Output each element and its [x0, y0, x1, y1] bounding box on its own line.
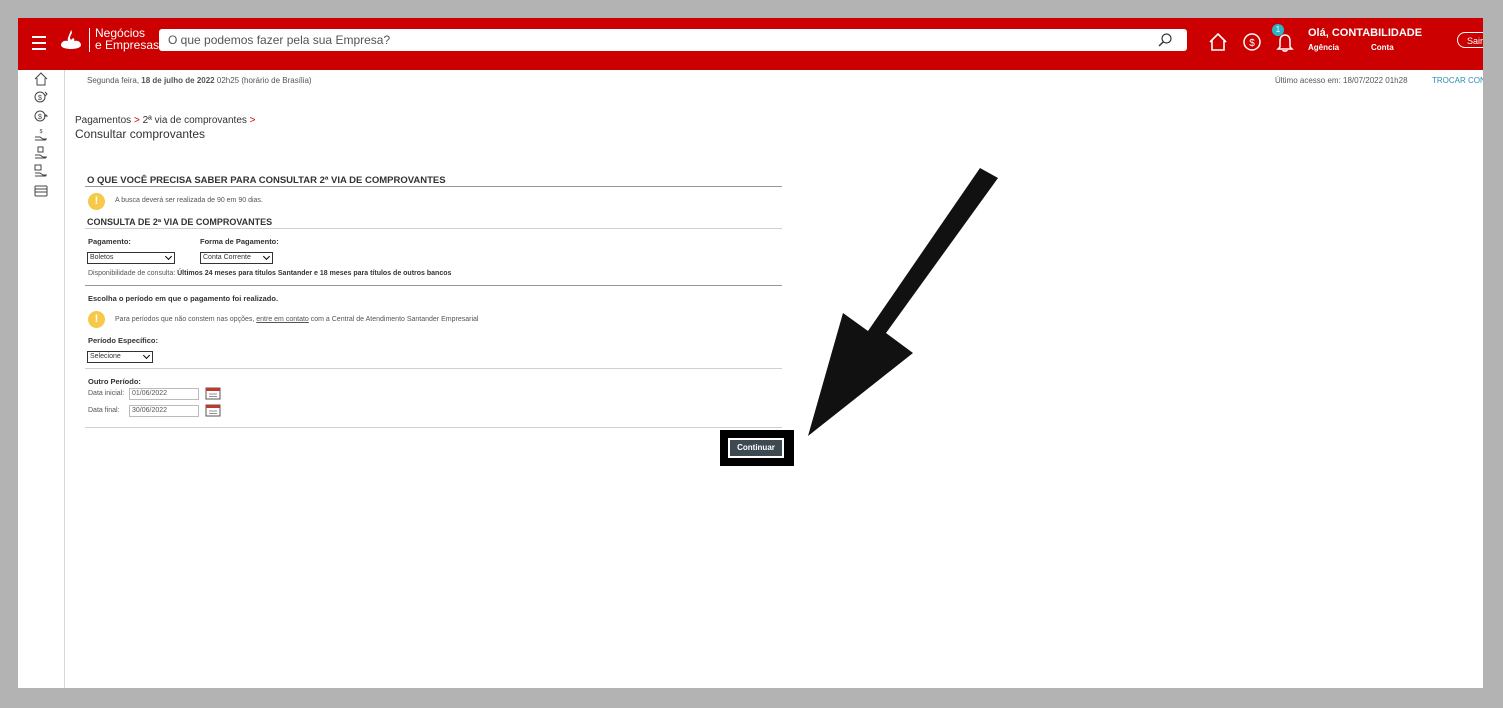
svg-text:$: $ — [1249, 38, 1255, 49]
period-instruction: Escolha o período em que o pagamento foi… — [88, 294, 279, 303]
start-date-label: Data inicial: — [88, 390, 125, 397]
start-date-input[interactable]: 01/06/2022 — [129, 388, 199, 400]
conta-label: Conta — [1371, 43, 1394, 52]
period-contact-notice: Para períodos que não constem nas opções… — [115, 316, 479, 323]
agencia-label: Agência — [1308, 43, 1340, 52]
menu-icon[interactable] — [32, 36, 46, 50]
svg-text:$: $ — [38, 95, 42, 102]
breadcrumb-payments[interactable]: Pagamentos — [75, 115, 131, 126]
sidebar-payment-hand-icon[interactable]: $ — [34, 128, 48, 142]
sidebar-investment-icon[interactable] — [34, 146, 48, 160]
search-input[interactable] — [159, 29, 1128, 51]
contact-link[interactable]: entre em contato — [256, 316, 309, 323]
query-section-title: CONSULTA DE 2ª VIA DE COMPROVANTES — [87, 217, 273, 227]
divider — [85, 186, 782, 187]
notification-badge: 1 — [1272, 24, 1284, 36]
pointer-arrow-annotation — [808, 168, 998, 436]
search-interval-notice: A busca deverá ser realizada de 90 em 90… — [115, 197, 263, 204]
logout-button[interactable]: Sair — [1457, 32, 1483, 48]
brand-name: Negócios e Empresas — [95, 26, 160, 52]
sidebar-home-icon[interactable] — [34, 72, 48, 86]
sidebar-card-icon[interactable] — [34, 184, 48, 198]
chevron-down-icon — [142, 351, 151, 360]
specific-period-select[interactable]: Selecione — [87, 351, 153, 363]
divider — [85, 285, 782, 286]
current-date: Segunda feira, 18 de julho de 2022 02h25… — [87, 76, 312, 85]
other-period-label: Outro Período: — [88, 377, 141, 386]
warning-icon: ! — [88, 311, 105, 328]
specific-period-label: Período Específico: — [88, 336, 159, 345]
greeting: Olá, CONTABILIDADE — [1308, 27, 1423, 39]
payment-label: Pagamento: — [88, 237, 131, 246]
divider — [85, 368, 782, 369]
sidebar-money-cycle-icon[interactable]: $ — [34, 90, 48, 104]
switch-account-link[interactable]: TROCAR CONT — [1432, 76, 1483, 85]
info-section-title: O QUE VOCÊ PRECISA SABER PARA CONSULTAR … — [87, 175, 446, 186]
availability-text: Disponibilidade de consulta: Últimos 24 … — [88, 270, 452, 277]
svg-text:$: $ — [40, 129, 43, 135]
sidebar-money-transfer-icon[interactable]: $ — [34, 109, 48, 123]
breadcrumb: Pagamentos > 2ª via de comprovantes > — [75, 115, 256, 126]
payment-type-select[interactable]: Boletos — [87, 252, 175, 264]
chevron-down-icon — [164, 252, 173, 261]
calendar-icon[interactable] — [205, 403, 222, 417]
breadcrumb-receipts[interactable]: 2ª via de comprovantes — [143, 115, 247, 126]
continue-button[interactable]: Continuar — [730, 440, 782, 456]
svg-text:$: $ — [38, 114, 42, 121]
last-access: Último acesso em: 18/07/2022 01h28 — [1275, 76, 1408, 85]
calendar-icon[interactable] — [205, 386, 222, 400]
page-title: Consultar comprovantes — [75, 127, 206, 141]
end-date-label: Data final: — [88, 407, 120, 414]
top-header: Negócios e Empresas $ 1 Olá, CONTABILIDA… — [18, 18, 1483, 70]
app-frame: Negócios e Empresas $ 1 Olá, CONTABILIDA… — [18, 18, 1483, 688]
payment-method-select[interactable]: Conta Corrente — [200, 252, 273, 264]
search-icon[interactable] — [1157, 32, 1173, 48]
divider — [85, 228, 782, 229]
santander-flame-icon — [61, 30, 81, 49]
brand-divider — [89, 28, 90, 52]
end-date-input[interactable]: 30/06/2022 — [129, 405, 199, 417]
home-icon[interactable] — [1207, 31, 1229, 53]
warning-icon: ! — [88, 193, 105, 210]
divider — [85, 427, 782, 428]
payment-method-label: Forma de Pagamento: — [200, 237, 279, 246]
sidebar: $ $ $ — [18, 70, 65, 688]
search-box — [159, 29, 1187, 51]
chevron-down-icon — [262, 252, 271, 261]
money-icon[interactable]: $ — [1241, 31, 1263, 53]
sidebar-credit-hand-icon[interactable] — [34, 164, 48, 178]
